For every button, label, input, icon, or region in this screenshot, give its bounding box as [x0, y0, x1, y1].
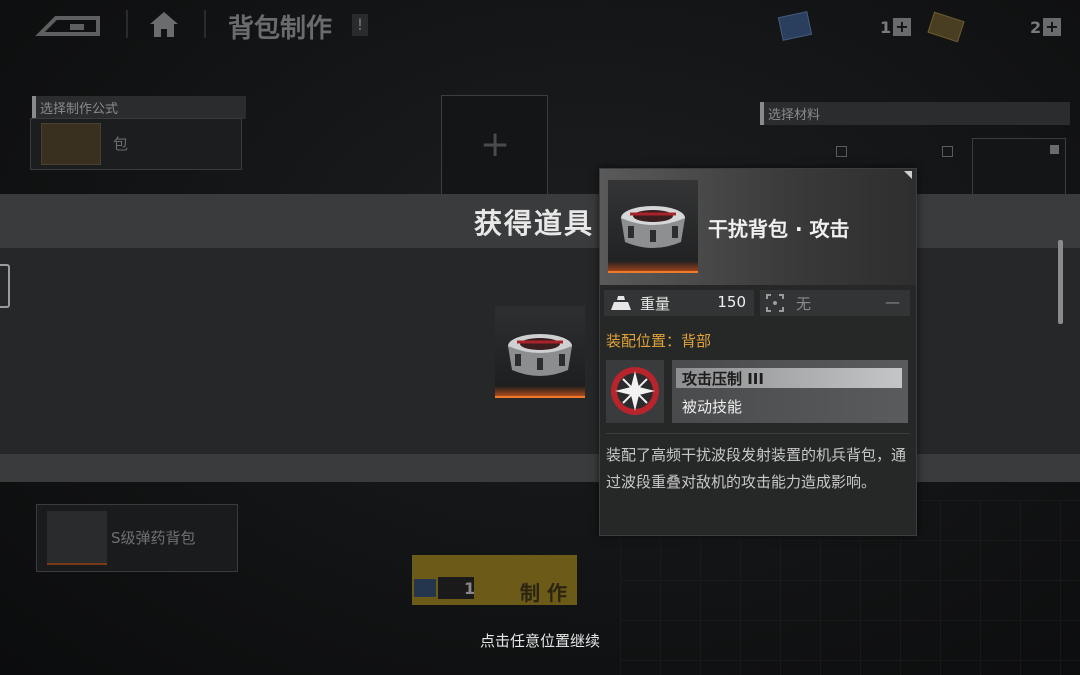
material-slot[interactable]: [972, 138, 1066, 196]
skill-icon-frame: [606, 360, 664, 423]
checkbox-icon[interactable]: [1050, 145, 1059, 154]
left-edge-marker: [0, 264, 10, 308]
resource-2-count: 2: [1030, 18, 1042, 37]
back-button[interactable]: [34, 12, 104, 38]
stats-row: 重量 150 无 —: [604, 290, 910, 316]
skill-block[interactable]: 攻击压制 III 被动技能: [606, 360, 908, 423]
ammo-pack-card[interactable]: S级弹药背包: [36, 504, 238, 572]
craft-button-label: 制 作: [520, 581, 567, 605]
reward-item[interactable]: [495, 306, 585, 398]
continue-hint[interactable]: 点击任意位置继续: [0, 630, 1080, 651]
ammo-pack-thumbnail: [47, 511, 107, 565]
weight-label: 重量: [640, 295, 671, 313]
skill-info-panel: 攻击压制 III 被动技能: [672, 360, 908, 423]
formula-thumbnail: [41, 123, 101, 165]
home-button[interactable]: [148, 9, 180, 39]
backpack-icon: [508, 334, 572, 376]
topbar-divider: [204, 10, 206, 38]
formula-item-text: 包: [113, 135, 129, 153]
tooltip-item-icon: [608, 180, 698, 273]
skill-type: 被动技能: [682, 398, 743, 416]
resource-1-add-button[interactable]: +: [893, 18, 911, 36]
corner-notch-icon: [904, 171, 912, 179]
formula-section-tag: 选择制作公式: [32, 96, 246, 119]
item-name: 干扰背包 · 攻击: [708, 217, 850, 241]
target-frame-icon: [766, 294, 784, 312]
skill-name: 攻击压制 III: [682, 370, 764, 388]
reward-title: 获得道具: [474, 207, 595, 240]
home-icon: [150, 12, 178, 37]
item-tooltip: 干扰背包 · 攻击 重量 150 无 — 装配位置：背部 攻击压制 III 被动…: [599, 168, 917, 536]
weight-stat: 重量 150: [604, 290, 754, 316]
weight-value: 150: [717, 293, 746, 311]
backpack-icon: [621, 206, 685, 248]
craft-button[interactable]: 1 制 作: [412, 555, 577, 605]
slot-value: —: [885, 293, 900, 311]
resource-2-add-button[interactable]: +: [1043, 18, 1061, 36]
page-title: 背包制作: [228, 14, 333, 44]
back-arrow-icon: [35, 16, 100, 36]
rarity-line: [495, 396, 585, 398]
resource-1-count: 1: [880, 18, 892, 37]
material-section-tag: 选择材料: [760, 102, 1070, 125]
reward-banner-footer: [0, 454, 1080, 482]
alert-badge: !: [352, 14, 368, 36]
weight-icon: [611, 296, 631, 310]
plus-icon: +: [480, 124, 511, 165]
item-description: 装配了高频干扰波段发射装置的机兵背包，通过波段重叠对敌机的攻击能力造成影响。: [606, 433, 910, 496]
tooltip-header: 干扰背包 · 攻击: [600, 169, 916, 285]
topbar-divider: [126, 10, 128, 38]
slot-label: 无: [796, 295, 812, 313]
scrollbar-thumb[interactable]: [1058, 240, 1063, 324]
rarity-line: [608, 271, 698, 273]
craft-chip-icon: [414, 579, 436, 597]
formula-card[interactable]: 包: [30, 118, 242, 170]
attack-suppress-icon: [611, 367, 659, 415]
craft-target-slot[interactable]: +: [441, 95, 548, 197]
equip-position: 装配位置：背部: [606, 332, 712, 350]
material-checkbox[interactable]: [836, 146, 847, 157]
craft-quantity: 1: [464, 579, 476, 598]
material-checkbox[interactable]: [942, 146, 953, 157]
ammo-pack-label: S级弹药背包: [111, 529, 196, 547]
slot-stat: 无 —: [760, 290, 910, 316]
